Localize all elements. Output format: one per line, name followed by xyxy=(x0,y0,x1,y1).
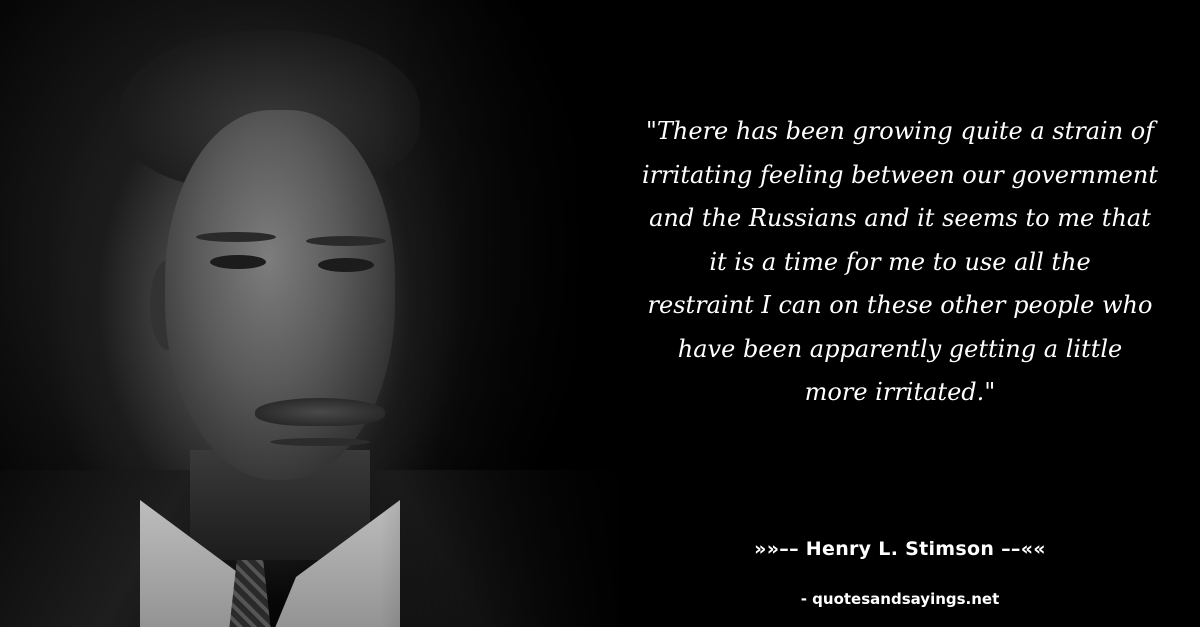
portrait-brow-left xyxy=(196,232,276,242)
portrait-eye-left xyxy=(210,255,266,269)
portrait-mustache xyxy=(255,398,385,426)
portrait-brow-right xyxy=(306,236,386,246)
quote-line: irritating feeling between our governmen… xyxy=(642,160,1158,189)
quote-line: have been apparently getting a little xyxy=(677,334,1123,363)
quote-author: »»–– Henry L. Stimson ––«« xyxy=(754,538,1046,560)
quote-text: "There has been growing quite a strain o… xyxy=(600,110,1200,415)
portrait-face xyxy=(165,110,395,480)
quote-line: and the Russians and it seems to me that xyxy=(649,204,1151,232)
quote-card: "There has been growing quite a strain o… xyxy=(0,0,1200,627)
quote-line: restraint I can on these other people wh… xyxy=(647,291,1153,319)
quote-line: more irritated." xyxy=(804,378,996,406)
quote-line: "There has been growing quite a strain o… xyxy=(645,117,1155,145)
portrait-mouth xyxy=(270,438,370,446)
source-credit: - quotesandsayings.net xyxy=(800,590,1000,608)
quote-line: it is a time for me to use all the xyxy=(709,247,1091,276)
portrait-eye-right xyxy=(318,258,374,272)
